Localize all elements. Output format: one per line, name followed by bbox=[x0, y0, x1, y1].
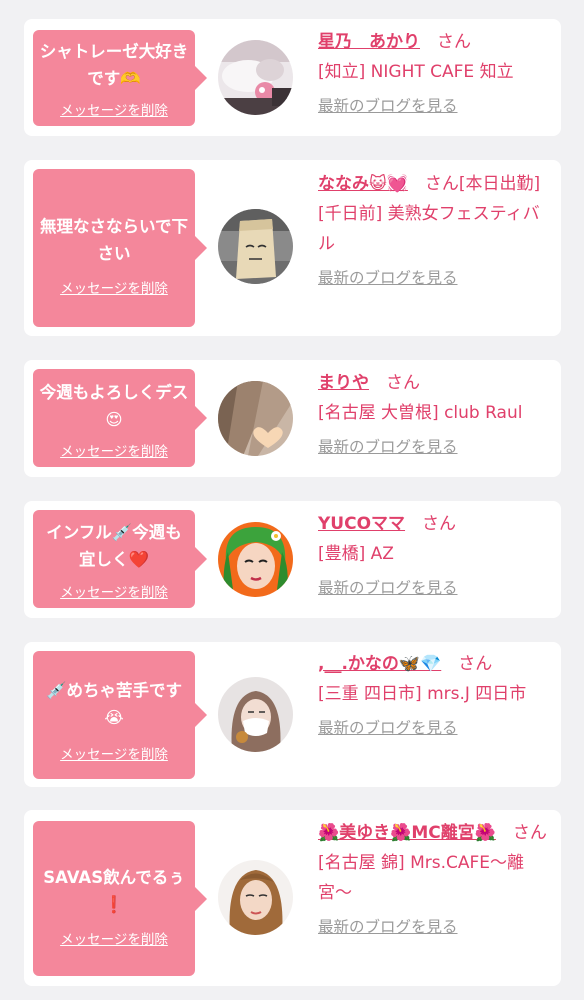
latest-blog-link[interactable]: 最新のブログを見る bbox=[318, 573, 554, 603]
honorific-suffix: さん bbox=[369, 373, 420, 393]
delete-message-link[interactable]: メッセージを削除 bbox=[33, 443, 195, 461]
message-card: 今週もよろしくデス😍 メッセージを削除 まりや さん [名古屋 大曽根] club R… bbox=[24, 360, 561, 477]
avatar-green-hair-illustration-icon bbox=[218, 522, 293, 597]
sender-name-link[interactable]: 🌺美ゆき🌺MC離宮🌺 bbox=[318, 823, 496, 843]
shop-name: [千日前] 美熟女フェスティバル bbox=[318, 204, 540, 254]
sender-info: 🌺美ゆき🌺MC離宮🌺 さん [名古屋 錦] Mrs.CAFE〜離宮〜最新のブログを… bbox=[318, 818, 554, 942]
sender-name-line: YUCOママ さん bbox=[318, 509, 554, 539]
message-card: 無理なさならいで下さいメッセージを削除 ななみ😺💓 さん[本日出勤] [千日前] 美… bbox=[24, 160, 561, 336]
shop-name: [三重 四日市] mrs.J 四日市 bbox=[318, 684, 527, 704]
message-text: シャトレーゼ大好きです🫶 bbox=[39, 42, 189, 88]
honorific-suffix: さん bbox=[441, 654, 492, 674]
work-status: [本日出勤] bbox=[458, 174, 541, 194]
sender-info: まりや さん [名古屋 大曽根] club Raul 最新のブログを見る bbox=[318, 368, 554, 462]
sender-name-link[interactable]: まりや bbox=[318, 373, 369, 393]
latest-blog-link[interactable]: 最新のブログを見る bbox=[318, 91, 554, 121]
avatar[interactable] bbox=[218, 209, 293, 284]
message-list: シャトレーゼ大好きです🫶 メッセージを削除 星乃 あかり さん [知立] NIGHT … bbox=[0, 0, 584, 1000]
sender-name-line: ,__.かなの🦋💎 さん bbox=[318, 649, 554, 679]
avatar-long-hair-portrait-icon bbox=[218, 860, 293, 935]
message-bubble: 💉めちゃ苦手です😭 メッセージを削除 bbox=[33, 651, 207, 779]
message-text: インフル💉今週も宜しく❤️ bbox=[46, 523, 182, 569]
honorific-suffix: さん[本日出勤] bbox=[408, 174, 540, 194]
delete-message-link[interactable]: メッセージを削除 bbox=[33, 102, 195, 120]
delete-message-link[interactable]: メッセージを削除 bbox=[33, 584, 195, 602]
avatar-cake-photo-icon bbox=[218, 40, 293, 115]
message-text: SAVAS飲んでるぅ❗ bbox=[43, 868, 185, 914]
honorific-suffix: さん bbox=[420, 32, 471, 52]
latest-blog-link[interactable]: 最新のブログを見る bbox=[318, 432, 554, 462]
honorific-text: さん bbox=[512, 823, 547, 843]
honorific-text: さん bbox=[424, 174, 459, 194]
avatar-hair-heart-icon bbox=[218, 381, 293, 456]
sender-name-line: ななみ😺💓 さん[本日出勤] bbox=[318, 169, 554, 199]
message-text: 今週もよろしくデス😍 bbox=[39, 383, 189, 429]
sender-name-link[interactable]: 星乃 あかり bbox=[318, 32, 420, 52]
sender-name-link[interactable]: ,__.かなの🦋💎 bbox=[318, 654, 441, 674]
sender-name-line: 星乃 あかり さん bbox=[318, 27, 554, 57]
sender-name-line: まりや さん bbox=[318, 368, 554, 398]
sender-info: 星乃 あかり さん [知立] NIGHT CAFE 知立最新のブログを見る bbox=[318, 27, 554, 121]
message-card: インフル💉今週も宜しく❤️ メッセージを削除 YUCOママ さん [豊橋] AZ 最新の… bbox=[24, 501, 561, 618]
latest-blog-link[interactable]: 最新のブログを見る bbox=[318, 263, 554, 293]
sender-name-link[interactable]: YUCOママ bbox=[318, 514, 405, 534]
message-bubble: シャトレーゼ大好きです🫶 メッセージを削除 bbox=[33, 30, 207, 126]
delete-message-link[interactable]: メッセージを削除 bbox=[33, 746, 195, 764]
honorific-text: さん bbox=[458, 654, 493, 674]
honorific-text: さん bbox=[437, 32, 471, 52]
sender-info: ななみ😺💓 さん[本日出勤] [千日前] 美熟女フェスティバル最新のブログを見る bbox=[318, 169, 554, 293]
sender-name-line: 🌺美ゆき🌺MC離宮🌺 さん bbox=[318, 818, 554, 848]
message-bubble: SAVAS飲んでるぅ❗ メッセージを削除 bbox=[33, 821, 207, 976]
sender-info: ,__.かなの🦋💎 さん [三重 四日市] mrs.J 四日市最新のブログを見る bbox=[318, 649, 554, 743]
shop-name: [豊橋] AZ bbox=[318, 544, 394, 564]
message-text: 無理なさならいで下さい bbox=[39, 217, 188, 263]
shop-name: [名古屋 大曽根] club Raul bbox=[318, 403, 523, 423]
avatar[interactable] bbox=[218, 40, 293, 115]
latest-blog-link[interactable]: 最新のブログを見る bbox=[318, 912, 554, 942]
avatar[interactable] bbox=[218, 522, 293, 597]
sender-name-link[interactable]: ななみ😺💓 bbox=[318, 174, 408, 194]
message-bubble: 無理なさならいで下さいメッセージを削除 bbox=[33, 169, 207, 327]
message-bubble: 今週もよろしくデス😍 メッセージを削除 bbox=[33, 369, 207, 467]
shop-name: [名古屋 錦] Mrs.CAFE〜離宮〜 bbox=[318, 853, 525, 903]
shop-name: [知立] NIGHT CAFE 知立 bbox=[318, 62, 514, 82]
sender-info: YUCOママ さん [豊橋] AZ 最新のブログを見る bbox=[318, 509, 554, 603]
avatar[interactable] bbox=[218, 860, 293, 935]
avatar-masked-selfie-icon bbox=[218, 677, 293, 752]
message-text: 💉めちゃ苦手です😭 bbox=[45, 681, 183, 727]
honorific-text: さん bbox=[386, 373, 420, 393]
avatar[interactable] bbox=[218, 677, 293, 752]
honorific-suffix: さん bbox=[405, 514, 456, 534]
delete-message-link[interactable]: メッセージを削除 bbox=[33, 280, 195, 298]
message-card: SAVAS飲んでるぅ❗ メッセージを削除 🌺美ゆき🌺MC離宮🌺 さん [名古屋 錦] … bbox=[24, 810, 561, 986]
delete-message-link[interactable]: メッセージを削除 bbox=[33, 931, 195, 949]
message-card: シャトレーゼ大好きです🫶 メッセージを削除 星乃 あかり さん [知立] NIGHT … bbox=[24, 19, 561, 136]
avatar[interactable] bbox=[218, 381, 293, 456]
honorific-text: さん bbox=[422, 514, 457, 534]
avatar-paper-bag-face-icon bbox=[218, 209, 293, 284]
message-bubble: インフル💉今週も宜しく❤️ メッセージを削除 bbox=[33, 510, 207, 608]
message-card: 💉めちゃ苦手です😭 メッセージを削除 ,__.かなの🦋💎 さん [三重 四日市] mr… bbox=[24, 642, 561, 787]
honorific-suffix: さん bbox=[496, 823, 547, 843]
latest-blog-link[interactable]: 最新のブログを見る bbox=[318, 713, 554, 743]
